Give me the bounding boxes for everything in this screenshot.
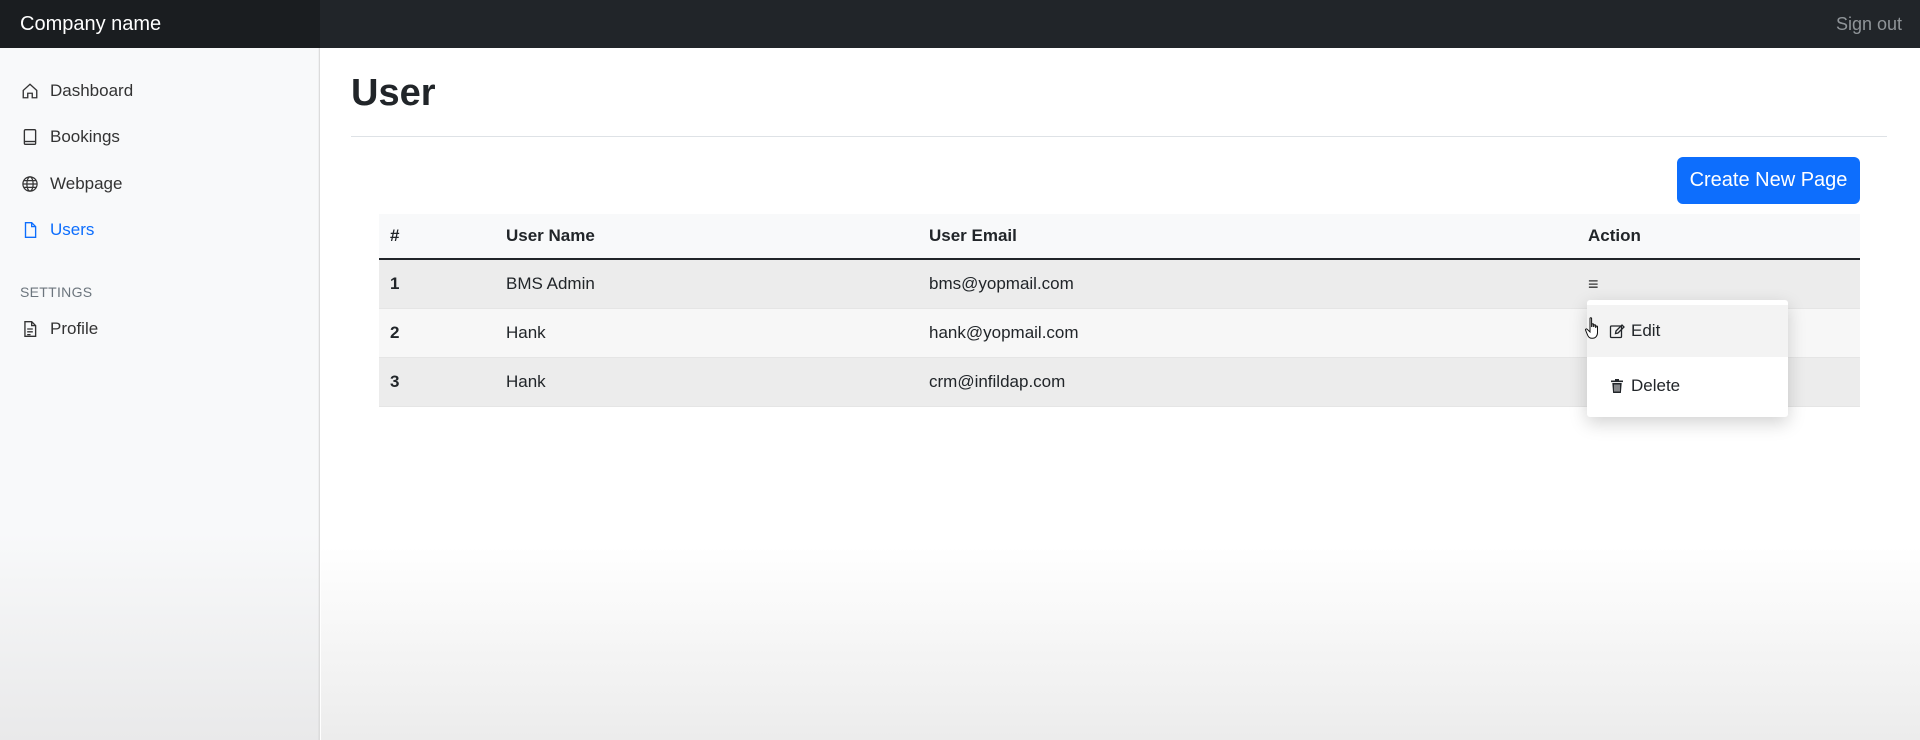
- sidebar-item-dashboard[interactable]: Dashboard: [20, 76, 133, 106]
- row-number: 3: [390, 372, 400, 391]
- user-email-cell: bms@yopmail.com: [929, 274, 1074, 293]
- action-dropdown-menu: Edit Delete: [1587, 300, 1788, 417]
- divider: [351, 136, 1887, 137]
- globe-icon: [20, 174, 40, 194]
- sidebar-item-label: Bookings: [50, 127, 120, 146]
- delete-label: Delete: [1631, 376, 1681, 395]
- row-number: 2: [390, 323, 400, 342]
- create-new-page-button[interactable]: Create New Page: [1677, 157, 1860, 204]
- sidebar-item-bookings[interactable]: Bookings: [20, 122, 120, 152]
- pointer-cursor-icon: [1584, 317, 1598, 339]
- sidebar: Dashboard Bookings Webpage Users SETTING…: [0, 48, 320, 740]
- user-email-cell: crm@infildap.com: [929, 372, 1066, 391]
- user-name-cell: Hank: [506, 372, 546, 391]
- edit-menu-item[interactable]: Edit: [1587, 305, 1788, 357]
- sidebar-item-label: Users: [50, 220, 95, 239]
- column-header-user-email: User Email: [929, 226, 1017, 245]
- book-icon: [20, 127, 40, 147]
- sidebar-item-label: Webpage: [50, 174, 123, 193]
- top-navbar: Company name Sign out: [0, 0, 1920, 48]
- sidebar-item-webpage[interactable]: Webpage: [20, 169, 122, 199]
- sidebar-item-label: Profile: [50, 319, 99, 338]
- sidebar-item-users[interactable]: Users: [20, 215, 94, 245]
- hamburger-menu-icon[interactable]: ≡: [1588, 275, 1599, 293]
- column-header-action: Action: [1588, 226, 1641, 245]
- row-number: 1: [390, 274, 400, 293]
- page-title: User: [351, 72, 436, 114]
- column-header-number: #: [390, 226, 400, 245]
- sidebar-item-profile[interactable]: Profile: [20, 314, 98, 344]
- delete-menu-item[interactable]: Delete: [1587, 360, 1788, 412]
- file-text-icon: [20, 319, 40, 339]
- brand-link[interactable]: Company name: [0, 0, 320, 48]
- home-icon: [20, 81, 40, 101]
- user-email-cell: hank@yopmail.com: [929, 323, 1079, 342]
- sign-out-link[interactable]: Sign out: [1836, 0, 1902, 48]
- edit-icon: [1609, 324, 1625, 339]
- edit-label: Edit: [1631, 321, 1661, 340]
- trash-icon: [1611, 379, 1623, 393]
- user-name-cell: BMS Admin: [506, 274, 595, 293]
- table-header-row: # User Name User Email Action: [379, 214, 1860, 260]
- user-name-cell: Hank: [506, 323, 546, 342]
- column-header-user-name: User Name: [506, 226, 595, 245]
- settings-heading: SETTINGS: [20, 284, 93, 300]
- sidebar-item-label: Dashboard: [50, 81, 134, 100]
- file-icon: [20, 220, 40, 240]
